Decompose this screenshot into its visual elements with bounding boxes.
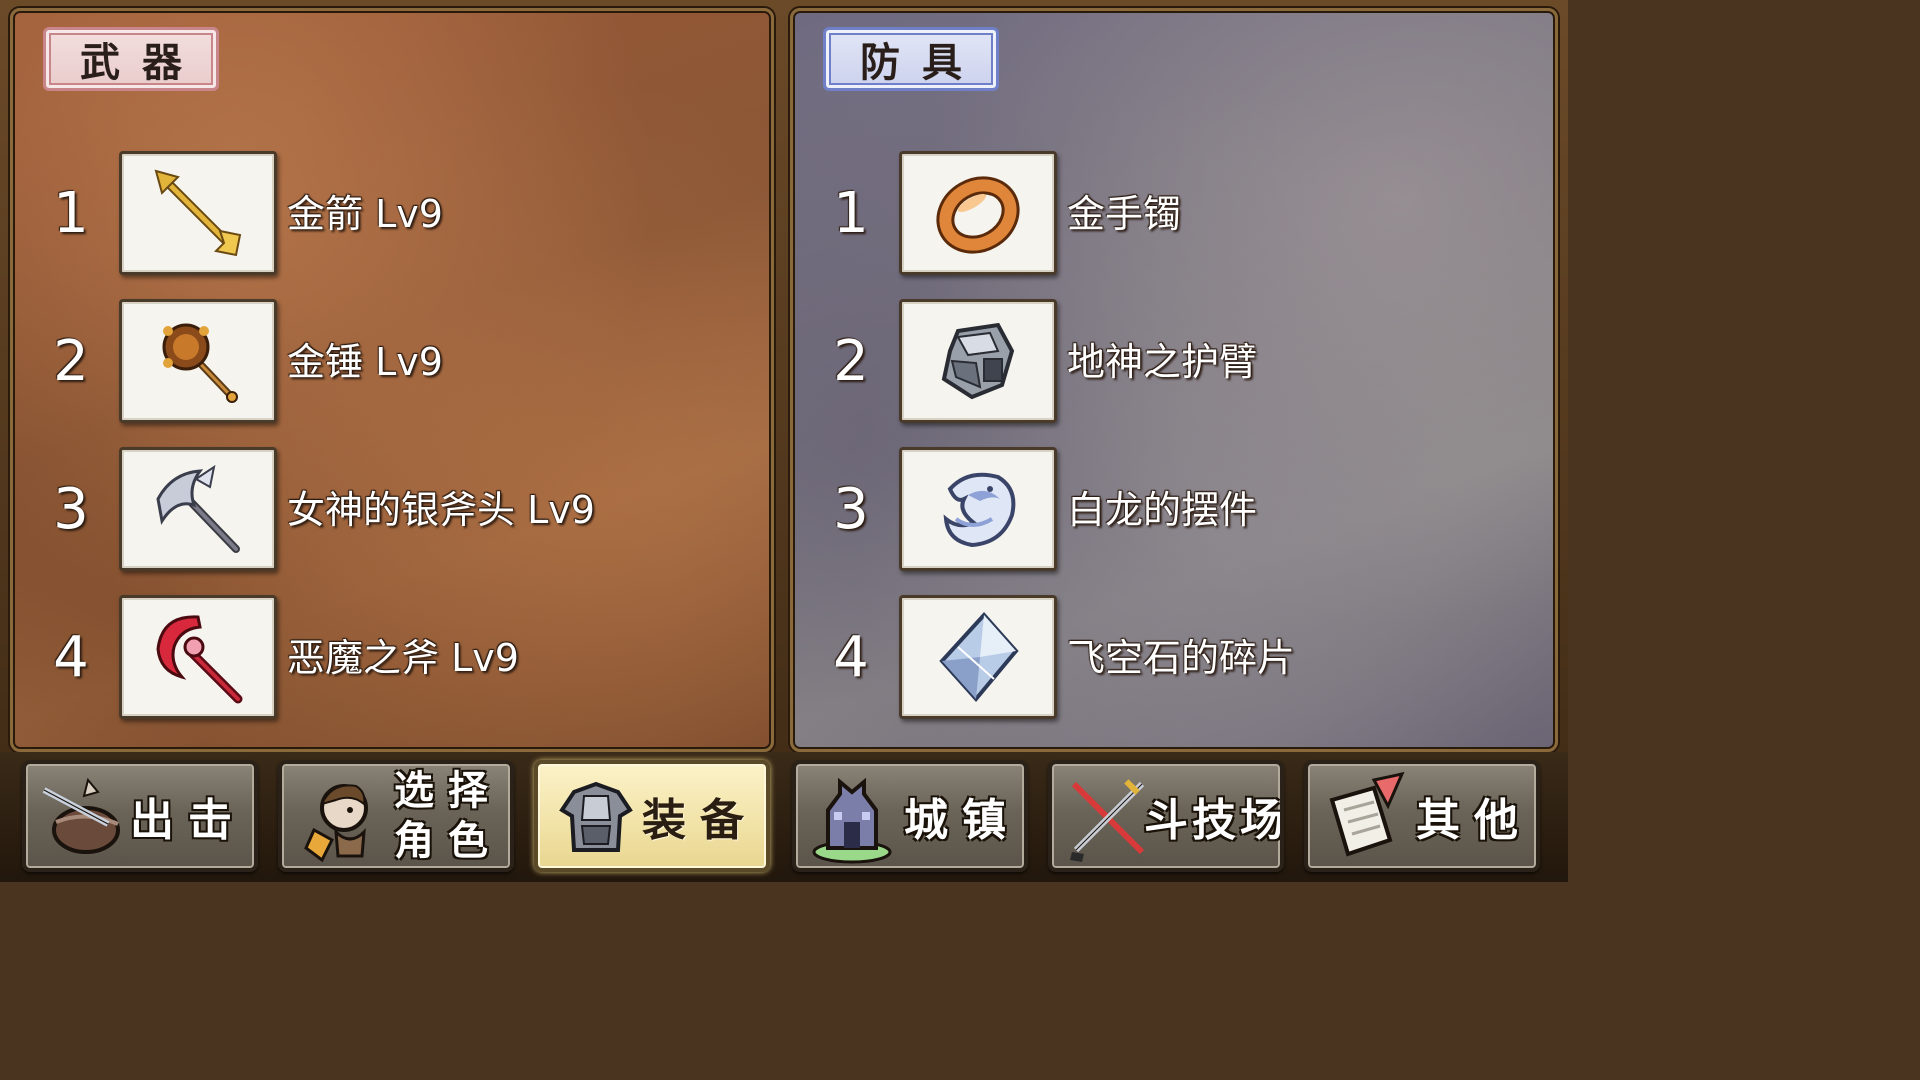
bottom-nav: 出击 选择 角色 装备 城镇 斗技场 其他 [0,752,1568,882]
weapon-slot-1[interactable]: 1 金箭 Lv9 [13,151,771,275]
slot-number: 4 [53,625,89,690]
slot-number: 3 [53,477,89,542]
nav-other-label: 其他 [1416,795,1532,846]
slot-number: 1 [833,181,869,246]
nav-select-character-button[interactable]: 选择 角色 [278,760,514,872]
sortie-icon [42,777,120,854]
nav-equipment-label: 装备 [642,795,758,846]
item-name: 金箭 Lv9 [287,192,443,236]
armor-slot-3[interactable]: 3 白龙的摆件 [793,447,1555,571]
armor-slot-1[interactable]: 1 金手镯 [793,151,1555,275]
nav-arena-button[interactable]: 斗技场 [1048,760,1284,872]
item-name: 地神之护臂 [1067,340,1258,384]
item-name: 金手镯 [1067,192,1182,236]
gauntlet-icon[interactable] [899,299,1057,423]
scroll-icon [1329,771,1405,857]
nav-town-button[interactable]: 城镇 [792,760,1028,872]
golden-hammer-icon[interactable] [119,299,277,423]
armor-slot-2[interactable]: 2 地神之护臂 [793,299,1555,423]
slot-number: 4 [833,625,869,690]
armor-tab[interactable]: 防具 [823,27,999,91]
slot-number: 2 [53,329,89,394]
nav-other-button[interactable]: 其他 [1304,760,1540,872]
nav-arena-label: 斗技场 [1144,795,1284,846]
slot-number: 1 [53,181,89,246]
character-icon [304,784,368,863]
armor-icon [559,781,633,852]
crystal-shard-icon[interactable] [899,595,1057,719]
armor-slot-4[interactable]: 4 飞空石的碎片 [793,595,1555,719]
town-icon [812,777,892,864]
nav-sortie-button[interactable]: 出击 [22,760,258,872]
item-name: 女神的银斧头 Lv9 [287,488,595,532]
nav-select-character-label: 选择 角色 [394,764,502,868]
demon-axe-icon[interactable] [119,595,277,719]
game-screen: 武器 1 金箭 Lv9 2 金锤 Lv9 3 女神的银斧头 Lv9 4 恶魔之斧… [0,0,1568,882]
label-line-2: 角色 [394,818,502,864]
golden-arrow-icon[interactable] [119,151,277,275]
label-line-1: 选择 [394,768,502,814]
nav-sortie-label: 出击 [130,795,246,846]
item-name: 白龙的摆件 [1067,488,1258,532]
armor-panel: 防具 1 金手镯 2 地神之护臂 3 白龙的摆件 4 飞空石的碎片 [790,8,1558,752]
item-name: 恶魔之斧 Lv9 [287,636,519,680]
slot-number: 2 [833,329,869,394]
weapon-slot-4[interactable]: 4 恶魔之斧 Lv9 [13,595,771,719]
gold-bracelet-icon[interactable] [899,151,1057,275]
weapon-slot-3[interactable]: 3 女神的银斧头 Lv9 [13,447,771,571]
item-name: 金锤 Lv9 [287,340,443,384]
weapons-tab[interactable]: 武器 [43,27,219,91]
slot-number: 3 [833,477,869,542]
weapon-slot-2[interactable]: 2 金锤 Lv9 [13,299,771,423]
white-dragon-icon[interactable] [899,447,1057,571]
weapons-panel: 武器 1 金箭 Lv9 2 金锤 Lv9 3 女神的银斧头 Lv9 4 恶魔之斧… [10,8,774,752]
item-name: 飞空石的碎片 [1067,636,1296,680]
silver-axe-icon[interactable] [119,447,277,571]
nav-town-label: 城镇 [904,795,1020,846]
nav-equipment-button[interactable]: 装备 [534,760,770,872]
